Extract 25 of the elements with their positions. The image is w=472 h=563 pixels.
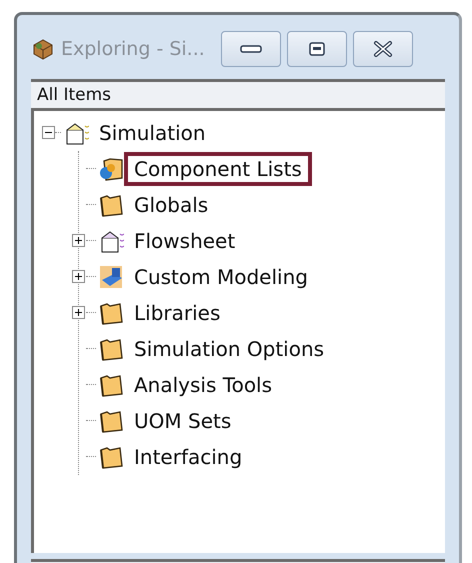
package-icon	[31, 36, 55, 61]
minimize-button[interactable]	[220, 30, 281, 67]
tree-item[interactable]: Simulation Options	[124, 332, 334, 366]
tree-item[interactable]: Analysis Tools	[124, 368, 282, 402]
collapse-icon[interactable]	[42, 126, 55, 140]
blocks-icon	[98, 264, 124, 290]
expand-icon[interactable]	[72, 270, 85, 284]
folder-icon	[98, 156, 124, 182]
tree-item[interactable]: Component Lists	[124, 152, 312, 186]
minimize-icon	[240, 44, 262, 54]
close-button[interactable]	[352, 30, 413, 67]
window-title: Exploring - Si...	[61, 38, 205, 60]
tree-item[interactable]: Custom Modeling	[124, 260, 318, 294]
tree-item[interactable]: Flowsheet	[124, 224, 246, 258]
close-icon	[372, 40, 393, 57]
expand-icon[interactable]	[72, 306, 85, 320]
tree-item[interactable]: Globals	[124, 188, 218, 222]
column-header: All Items	[31, 78, 445, 111]
tree-item[interactable]: UOM Sets	[124, 404, 242, 438]
tree-item[interactable]: Libraries	[124, 296, 230, 330]
maximize-icon	[308, 42, 325, 56]
tree-item[interactable]: Interfacing	[124, 440, 252, 474]
tree-item[interactable]: Simulation	[89, 116, 216, 150]
maximize-button[interactable]	[286, 30, 347, 67]
expand-icon[interactable]	[72, 234, 85, 248]
